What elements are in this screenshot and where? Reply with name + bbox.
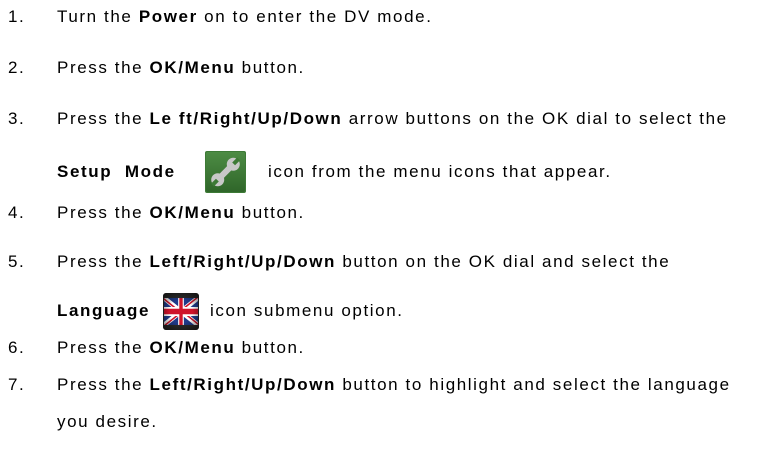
setup-mode-wrench-icon	[205, 151, 246, 193]
step-4-line: 4. Press the OK/Menu button.	[0, 203, 758, 223]
step-text-before: Press the	[57, 375, 150, 394]
step-text-after: button.	[235, 338, 305, 357]
step-text: Press the OK/Menu button.	[57, 338, 305, 358]
step-text-before: Press the	[57, 338, 150, 357]
step-number: 7.	[8, 375, 26, 394]
step-5-continuation: Language icon submenu option.	[0, 301, 758, 321]
step-keyword: Left/Right/Up/Down	[149, 252, 337, 271]
step-5-line: 5. Press the Left/Right/Up/Down button on…	[0, 252, 758, 272]
step-7-continuation: you desire.	[0, 412, 758, 432]
step-keyword: Power	[138, 7, 198, 26]
step-text-after: icon from the menu icons that appear.	[268, 162, 612, 181]
step-text-before: Press the	[57, 109, 150, 128]
step-text: Press the OK/Menu button.	[57, 203, 305, 223]
step-text: Press the Left/Right/Up/Down button to h…	[57, 375, 731, 395]
step-number: 2.	[8, 58, 26, 77]
language-uk-flag-icon	[163, 293, 199, 330]
step-keyword: OK/Menu	[149, 58, 236, 77]
step-number: 4.	[8, 203, 26, 222]
step-text-before: Press the	[57, 203, 150, 222]
step-keyword: OK/Menu	[149, 203, 236, 222]
step-text: Press the Left/Right/Up/Down button on t…	[57, 252, 670, 272]
step-3-continuation: Setup Mode icon from the menu icons that …	[0, 162, 758, 182]
step-keyword: Left/Right/Up/Down	[149, 375, 337, 394]
step-keyword: Le ft/Right/Up/Down	[149, 109, 343, 128]
step-1-line: 1. Turn the Power on to enter the DV mode…	[0, 7, 758, 27]
step-number: 3.	[8, 109, 26, 128]
step-text-after: button.	[235, 203, 305, 222]
step-text-before: Turn the	[57, 7, 139, 26]
step-text: Press the Le ft/Right/Up/Down arrow butt…	[57, 109, 728, 129]
step-text-after: arrow buttons on the OK dial to select t…	[342, 109, 728, 128]
step-text: Turn the Power on to enter the DV mode.	[57, 7, 433, 27]
setup-mode-label: Setup Mode	[57, 162, 176, 181]
step-3-line: 3. Press the Le ft/Right/Up/Down arrow bu…	[0, 109, 758, 129]
step-7-line: 7. Press the Left/Right/Up/Down button to…	[0, 375, 758, 395]
step-6-line: 6. Press the OK/Menu button.	[0, 338, 758, 358]
step-text-after: button to highlight and select the langu…	[336, 375, 731, 394]
step-number: 1.	[8, 7, 26, 26]
step-keyword: OK/Menu	[149, 338, 236, 357]
language-label: Language	[57, 301, 151, 320]
step-number: 6.	[8, 338, 26, 357]
step-text-before: Press the	[57, 58, 150, 77]
instruction-page: 1. Turn the Power on to enter the DV mode…	[0, 0, 758, 452]
step-text-before: Press the	[57, 252, 150, 271]
step-text: Press the OK/Menu button.	[57, 58, 305, 78]
step-text-after: you desire.	[57, 412, 158, 431]
step-text-after: button on the OK dial and select the	[336, 252, 671, 271]
step-text-after: on to enter the DV mode.	[197, 7, 433, 26]
step-text-after: button.	[235, 58, 305, 77]
step-text-after: icon submenu option.	[210, 301, 404, 320]
wrench-icon	[205, 151, 246, 193]
step-number: 5.	[8, 252, 26, 271]
step-2-line: 2. Press the OK/Menu button.	[0, 58, 758, 78]
uk-flag-icon	[163, 293, 199, 330]
